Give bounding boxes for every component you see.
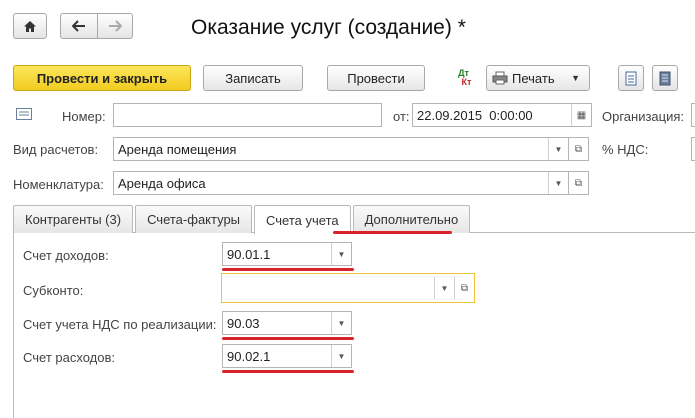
date-input[interactable]: 22.09.2015 0:00:00 ▦ (412, 103, 592, 127)
document-button[interactable] (618, 65, 644, 91)
arrow-left-icon (72, 20, 85, 32)
chevron-down-icon[interactable]: ▼ (548, 138, 568, 160)
nomenclature-value: Аренда офиса (118, 175, 206, 191)
chevron-down-icon[interactable]: ▼ (331, 243, 351, 265)
calendar-icon[interactable]: ▦ (571, 104, 591, 126)
income-account-label: Счет доходов: (23, 248, 109, 263)
income-account-select[interactable]: 90.01.1 ▼ (222, 242, 352, 266)
post-button[interactable]: Провести (327, 65, 425, 91)
calc-type-select[interactable]: Аренда помещения ▼ (113, 137, 569, 161)
calc-type-open-button[interactable]: ⧉ (569, 137, 589, 161)
vat-sales-account-value: 90.03 (227, 315, 260, 331)
print-button[interactable]: Печать ▼ (486, 65, 590, 91)
home-button[interactable] (13, 13, 47, 39)
highlight-underline (333, 231, 452, 234)
number-label: Номер: (62, 109, 106, 124)
vat-sales-account-select[interactable]: 90.03 ▼ (222, 311, 352, 335)
date-value: 22.09.2015 0:00:00 (417, 107, 533, 123)
tab-additional[interactable]: Дополнительно (352, 205, 471, 233)
dtkt-button[interactable]: Дт Кт (450, 65, 477, 91)
expense-account-select[interactable]: 90.02.1 ▼ (222, 344, 352, 368)
vat-input[interactable] (691, 137, 695, 161)
chevron-down-icon[interactable]: ▼ (331, 345, 351, 367)
nomenclature-open-button[interactable]: ⧉ (569, 171, 589, 195)
tab-invoices[interactable]: Счета-фактуры (135, 205, 253, 233)
highlight-underline (222, 268, 354, 271)
page-title: Оказание услуг (создание) * (191, 16, 466, 39)
subconto-select[interactable]: ▼ ⧉ (221, 273, 475, 303)
nomenclature-label: Номенклатура: (13, 177, 104, 192)
calc-type-value: Аренда помещения (118, 141, 237, 157)
chevron-down-icon[interactable]: ▼ (548, 172, 568, 194)
forward-button[interactable] (97, 13, 133, 39)
chevron-down-icon[interactable]: ▼ (434, 277, 454, 299)
number-field-icon (16, 108, 32, 120)
number-input[interactable] (113, 103, 382, 127)
list-button[interactable] (652, 65, 678, 91)
vat-label: % НДС: (602, 142, 649, 157)
expense-account-label: Счет расходов: (23, 350, 115, 365)
highlight-underline (222, 370, 354, 373)
organization-input[interactable] (691, 103, 695, 127)
post-and-close-button[interactable]: Провести и закрыть (13, 65, 191, 91)
vat-sales-account-label: Счет учета НДС по реализации: (23, 317, 217, 332)
income-account-value: 90.01.1 (227, 246, 271, 262)
chevron-down-icon[interactable]: ▼ (331, 312, 351, 334)
list-icon (659, 71, 671, 85)
nomenclature-select[interactable]: Аренда офиса ▼ (113, 171, 569, 195)
document-icon (625, 71, 637, 85)
tab-counterparties[interactable]: Контрагенты (3) (13, 205, 134, 233)
dtkt-icon-kt: Кт (461, 77, 472, 87)
calc-type-label: Вид расчетов: (13, 142, 99, 157)
tab-bar: Контрагенты (3) Счета-фактуры Счета учет… (13, 205, 472, 234)
subconto-label: Субконто: (23, 283, 84, 298)
expense-account-value: 90.02.1 (227, 348, 271, 364)
organization-label: Организация: (602, 109, 685, 124)
print-button-label: Печать (512, 70, 555, 86)
date-label: от: (393, 109, 410, 124)
back-button[interactable] (60, 13, 98, 39)
tab-accounts[interactable]: Счета учета (254, 205, 351, 234)
highlight-underline (222, 337, 354, 340)
arrow-right-icon (109, 20, 122, 32)
save-button[interactable]: Записать (203, 65, 303, 91)
printer-icon (492, 71, 508, 85)
open-icon[interactable]: ⧉ (454, 277, 474, 299)
chevron-down-icon: ▼ (571, 73, 580, 83)
home-icon (24, 20, 36, 32)
